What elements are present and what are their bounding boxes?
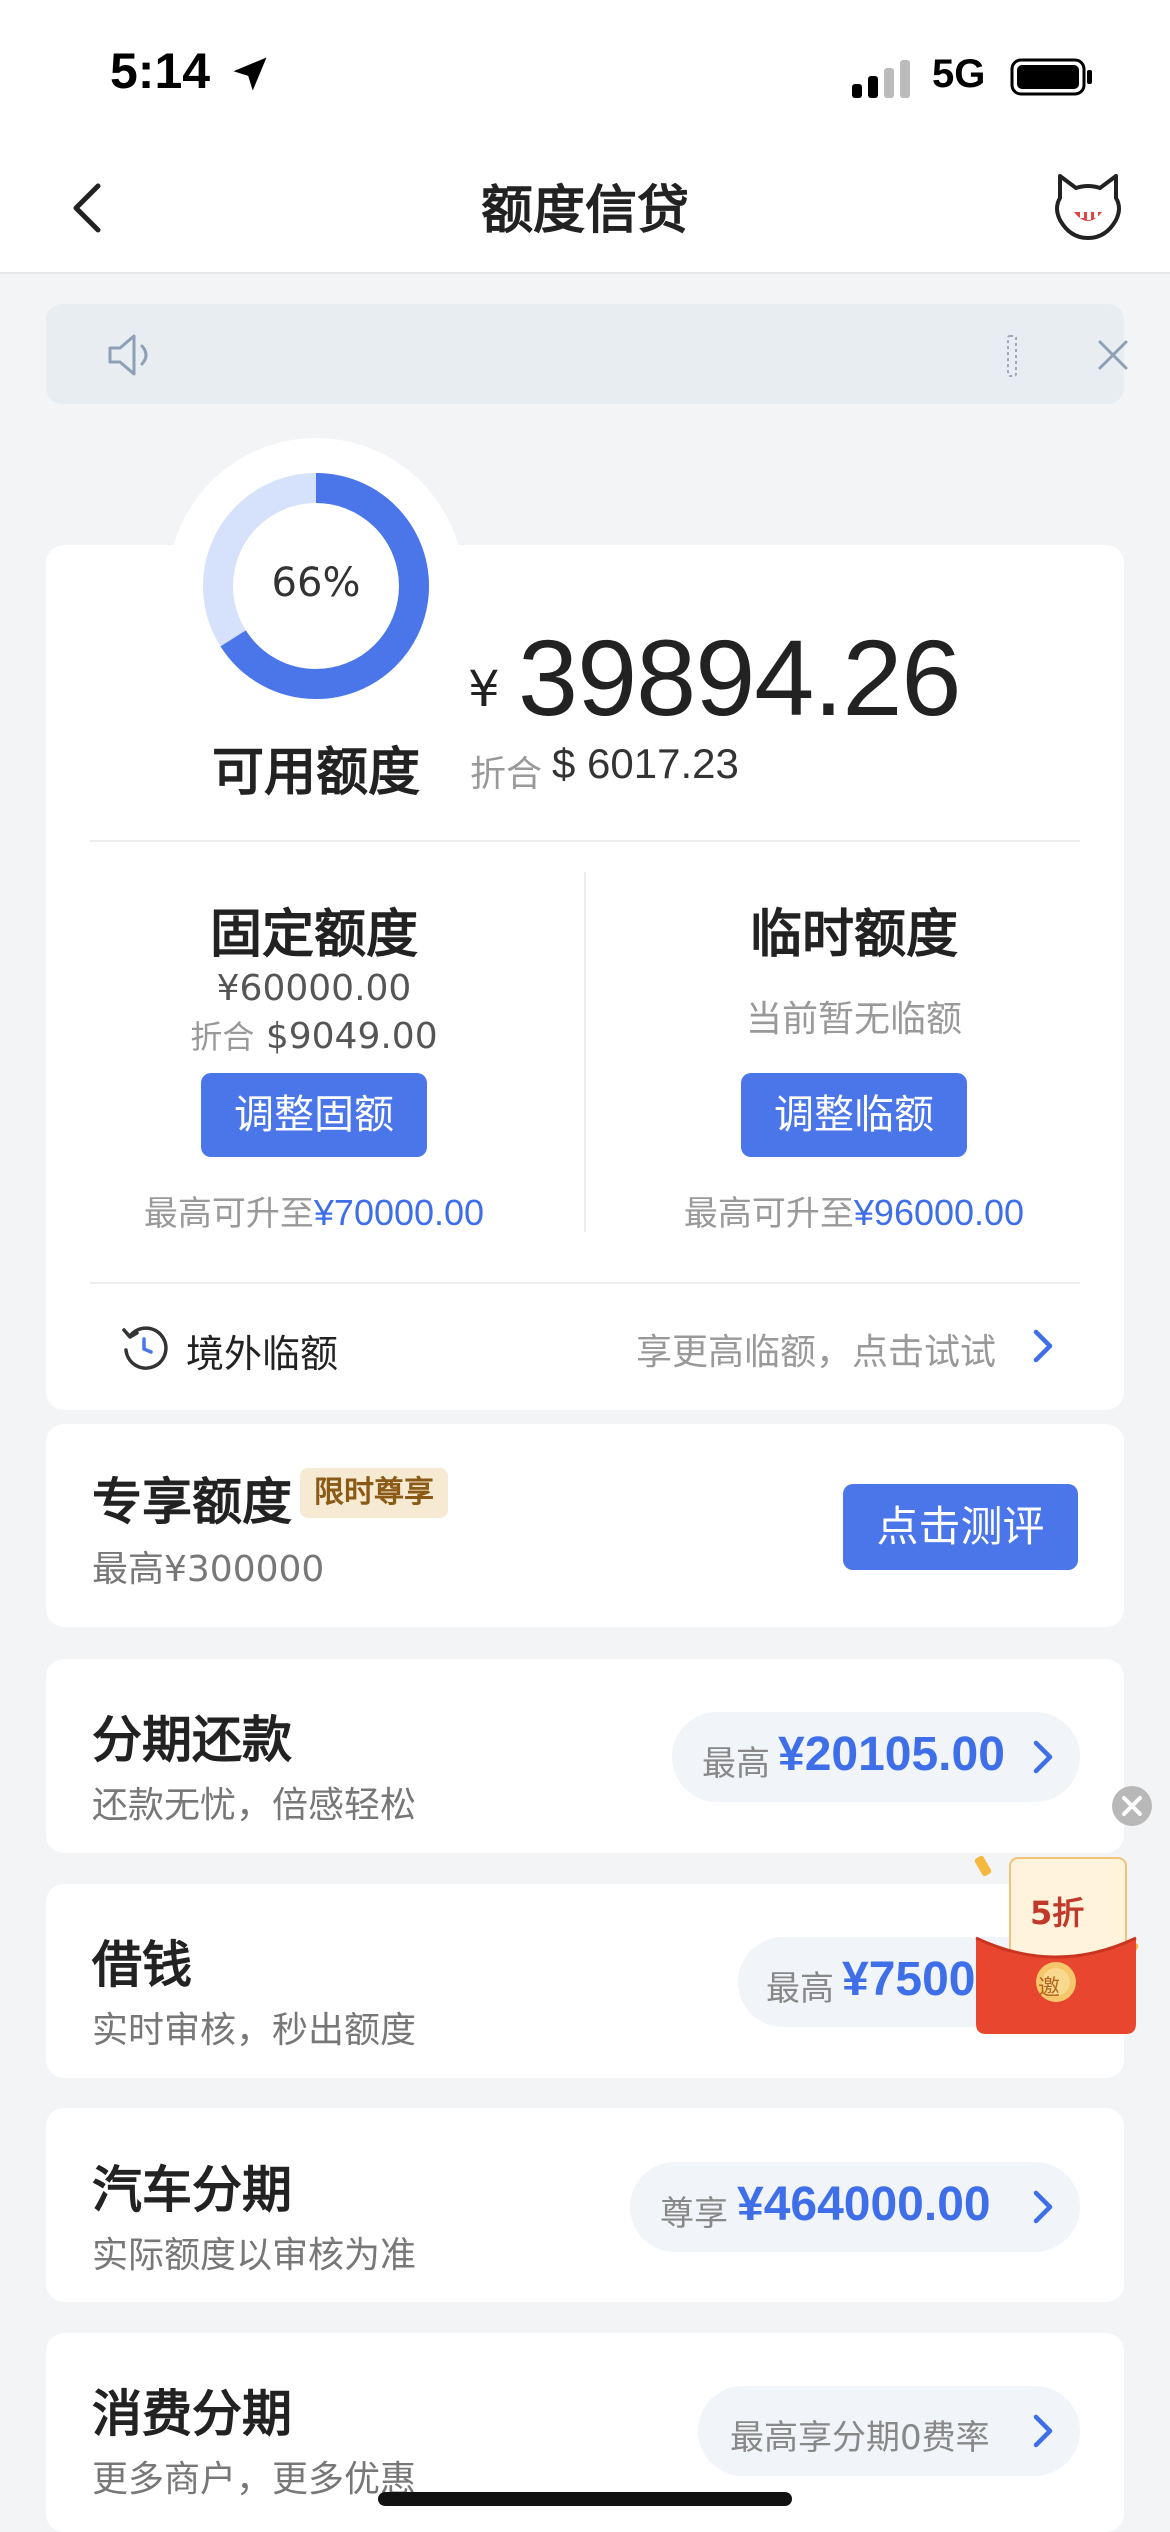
chevron-right-icon[interactable] (1030, 2412, 1056, 2450)
usage-percent: 66% (271, 560, 361, 606)
page-title: 额度信贷 (480, 181, 689, 241)
vertical-dots-icon[interactable] (1002, 334, 1022, 378)
signal-icon (852, 60, 910, 98)
overseas-temp-credit[interactable]: 境外临额 (186, 1323, 338, 1378)
promo-close-icon[interactable] (1110, 1784, 1154, 1828)
chevron-right-icon[interactable] (1030, 2188, 1056, 2226)
fixed-max-label: 最高可升至 (143, 1194, 314, 1234)
fixed-credit-title: 固定额度 (209, 905, 418, 965)
temp-max-line: 最高可升至¥96000.00 (604, 1186, 1104, 1235)
notice-banner[interactable] (46, 304, 1128, 404)
pill-text: 最高享分期0费率 (730, 2418, 990, 2458)
nav-bar: 额度信贷 (0, 140, 1170, 274)
divider (90, 840, 1080, 842)
network-type: 5G (932, 52, 986, 96)
red-envelope-promo-icon[interactable] (950, 1848, 1160, 2038)
temp-max-label: 最高可升至 (683, 1194, 854, 1234)
speaker-icon (108, 334, 148, 376)
divider (584, 872, 586, 1232)
close-icon[interactable] (1096, 338, 1130, 372)
fixed-credit-converted: 折合 $9049.00 (64, 1012, 564, 1058)
limited-badge: 限时尊享 (300, 1468, 448, 1518)
temp-credit-title: 临时额度 (749, 905, 958, 965)
product-title: 分期还款 (92, 1711, 292, 1769)
exclusive-credit-title: 专享额度 (92, 1473, 292, 1531)
pill-value: ¥464000.00 (737, 2178, 991, 2231)
converted-amount: $ 6017.23 (552, 740, 739, 787)
adjust-fixed-button[interactable]: 调整固额 (201, 1073, 427, 1157)
fixed-max-value: ¥70000.00 (313, 1192, 485, 1233)
exclusive-credit-max: 最高¥300000 (92, 1549, 325, 1590)
currency-symbol: ¥ (468, 660, 500, 718)
promo-discount: 5折 (1030, 1894, 1085, 1932)
battery-icon (1010, 58, 1092, 96)
divider (90, 1282, 1080, 1284)
product-title: 借钱 (92, 1936, 192, 1994)
overseas-clock-icon[interactable] (120, 1322, 170, 1372)
fixed-credit-amount: ¥60000.00 (216, 968, 412, 1009)
fixed-max-line: 最高可升至¥70000.00 (64, 1186, 564, 1235)
status-bar: 5:14 5G (0, 0, 1170, 140)
fixed-converted-amount: $9049.00 (265, 1016, 438, 1057)
fixed-converted-label: 折合 (190, 1018, 255, 1056)
product-subtitle: 实际额度以审核为准 (92, 2235, 417, 2276)
available-credit-label: 可用额度 (212, 743, 421, 803)
product-title: 消费分期 (92, 2385, 292, 2443)
product-subtitle: 实时审核，秒出额度 (92, 2010, 417, 2051)
home-indicator (378, 2492, 792, 2506)
location-arrow-icon (233, 57, 267, 91)
pill-prefix: 最高 (702, 1744, 770, 1784)
product-title: 汽车分期 (92, 2161, 292, 2219)
chevron-right-icon[interactable] (1030, 1327, 1056, 1365)
chevron-right-icon[interactable] (1030, 1738, 1056, 1776)
evaluate-button[interactable]: 点击测评 (843, 1484, 1078, 1570)
pill-prefix: 尊享 (660, 2194, 728, 2234)
pill-prefix: 最高 (766, 1969, 834, 2009)
product-subtitle: 还款无忧，倍感轻松 (92, 1785, 417, 1826)
cat-mascot-icon[interactable] (1050, 168, 1126, 244)
available-amount: 39894.26 (518, 617, 961, 738)
temp-credit-status: 当前暂无临额 (745, 999, 962, 1040)
promo-invite: 邀 (1038, 1976, 1061, 2001)
pill-value: ¥20105.00 (778, 1728, 1005, 1781)
temp-max-value: ¥96000.00 (853, 1192, 1025, 1233)
product-subtitle: 更多商户，更多优惠 (92, 2459, 417, 2500)
adjust-temp-button[interactable]: 调整临额 (741, 1073, 967, 1157)
status-time: 5:14 (110, 43, 211, 99)
overseas-hint[interactable]: 享更高临额，点击试试 (636, 1323, 996, 1375)
converted-label: 折合 (470, 754, 543, 795)
